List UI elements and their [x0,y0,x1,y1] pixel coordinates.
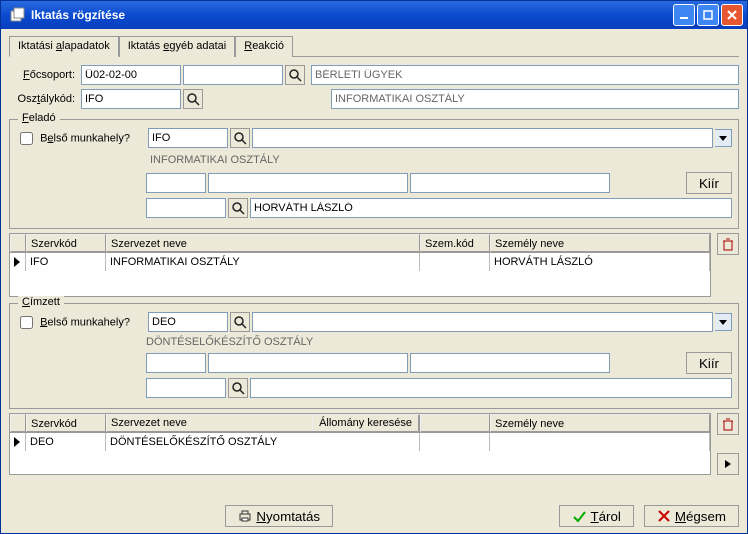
app-window: Iktatás rögzítése Iktatási alapadatok Ik… [0,0,748,534]
osztalykod-name-field [331,89,739,109]
cimzett-person-code-input[interactable] [146,378,226,398]
felado-field-2[interactable] [208,173,408,193]
felado-code-input[interactable] [148,128,228,148]
focsoport-code-input[interactable] [81,65,181,85]
table-row[interactable]: IFO INFORMATIKAI OSZTÁLY HORVÁTH LÁSZLÓ [10,253,710,271]
osztalykod-search-button[interactable] [183,89,203,109]
cimzett-belso-label: Belső munkahely? [40,316,130,328]
allomany-keresese-button[interactable]: Állomány keresése [312,414,419,432]
felado-grid[interactable]: Szervkód Szervezet neve Szem.kód Személy… [9,233,711,297]
felado-belso-label: Belső munkahely? [40,132,130,144]
window-buttons [673,4,743,26]
cimzett-grid[interactable]: Szervkód Szervezet neve Állomány keresés… [9,413,711,475]
cimzett-person-input[interactable] [250,378,732,398]
felado-col-szervkod[interactable]: Szervkód [26,234,106,252]
close-button[interactable] [721,4,743,26]
x-icon [657,509,671,523]
osztalykod-row: Osztálykód: [9,89,739,109]
tab-reakcio[interactable]: Reakció [235,36,293,57]
cimzett-field-2[interactable] [208,353,408,373]
cimzett-field-1[interactable] [146,353,206,373]
cimzett-legend: Címzett [18,296,64,308]
cimzett-grid-header: Szervkód Szervezet neve Állomány keresés… [10,414,710,433]
felado-code-search-button[interactable] [230,128,250,148]
printer-icon [238,509,252,523]
felado-col-szemnev[interactable]: Személy neve [490,234,710,252]
table-row[interactable]: DEO DÖNTÉSELŐKÉSZÍTŐ OSZTÁLY [10,433,710,451]
felado-person-code-input[interactable] [146,198,226,218]
cimzett-col-szervkod[interactable]: Szervkód [26,414,106,432]
felado-field-1[interactable] [146,173,206,193]
felado-org-display: INFORMATIKAI OSZTÁLY [146,152,732,168]
tab-egyeb[interactable]: Iktatás egyéb adatai [119,36,235,57]
felado-delete-button[interactable] [717,233,739,255]
print-button[interactable]: Nyomtatás [225,505,333,527]
felado-person-search-button[interactable] [228,198,248,218]
client-area: Iktatási alapadatok Iktatás egyéb adatai… [1,29,747,499]
felado-field-3[interactable] [410,173,610,193]
row-indicator-icon [10,253,26,271]
check-icon [572,509,586,523]
felado-combo-dropdown[interactable] [715,129,732,147]
tab-alapadatok[interactable]: Iktatási alapadatok [9,36,119,57]
titlebar: Iktatás rögzítése [1,1,747,29]
footer-bar: Nyomtatás Tárol Mégsem [1,499,747,533]
osztalykod-label: Osztálykód: [9,93,79,105]
cimzett-col-szervnev[interactable]: Szervezet neve Állomány keresése [106,414,420,432]
felado-col-szervnev[interactable]: Szervezet neve [106,234,420,252]
focsoport-row: Főcsoport: [9,65,739,85]
cimzett-person-search-button[interactable] [228,378,248,398]
focsoport-extra-input[interactable] [183,65,283,85]
felado-kiir-button[interactable]: Kiír [686,172,732,194]
cancel-button[interactable]: Mégsem [644,505,739,527]
cimzett-kiir-button[interactable]: Kiír [686,352,732,374]
window-title: Iktatás rögzítése [31,8,673,22]
cimzett-combo-input[interactable] [252,312,713,332]
cimzett-org-display: DÖNTÉSELŐKÉSZÍTŐ OSZTÁLY [146,336,313,348]
cimzett-delete-button[interactable] [717,413,739,435]
felado-grid-header: Szervkód Szervezet neve Szem.kód Személy… [10,234,710,253]
cimzett-code-search-button[interactable] [230,312,250,332]
store-button[interactable]: Tárol [559,505,633,527]
cimzett-group: Címzett Belső munkahely? DÖNTÉS [9,303,739,409]
tabstrip: Iktatási alapadatok Iktatás egyéb adatai… [9,35,739,57]
osztalykod-input[interactable] [81,89,181,109]
minimize-button[interactable] [673,4,695,26]
felado-person-input[interactable] [250,198,732,218]
cimzett-next-button[interactable] [717,453,739,475]
cimzett-field-3[interactable] [410,353,610,373]
cimzett-col-szemkod[interactable] [420,414,490,432]
felado-group: Feladó Belső munkahely? INFORMA [9,119,739,229]
felado-col-szemkod[interactable]: Szem.kód [420,234,490,252]
felado-legend: Feladó [18,112,60,124]
cimzett-code-input[interactable] [148,312,228,332]
row-indicator-icon [10,433,26,451]
app-icon [9,7,25,23]
maximize-button[interactable] [697,4,719,26]
focsoport-name-field [311,65,739,85]
cimzett-combo-dropdown[interactable] [715,313,732,331]
felado-combo-input[interactable] [252,128,713,148]
focsoport-label: Főcsoport: [9,69,79,81]
focsoport-search-button[interactable] [285,65,305,85]
felado-belso-checkbox[interactable] [20,132,33,145]
cimzett-belso-checkbox[interactable] [20,316,33,329]
cimzett-col-szemnev[interactable]: Személy neve [490,414,710,432]
